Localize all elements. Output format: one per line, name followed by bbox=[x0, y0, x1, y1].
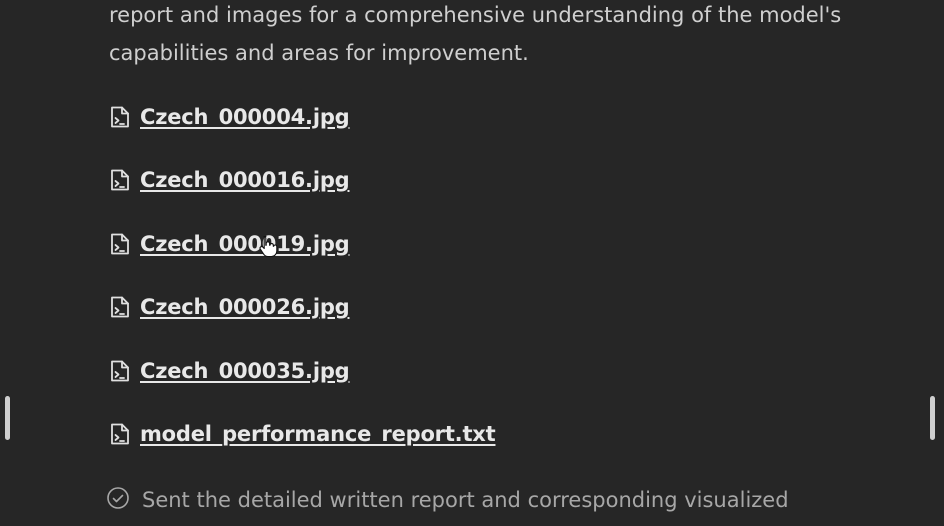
status-text: Sent the detailed written report and cor… bbox=[142, 488, 789, 512]
message-line-2: capabilities and areas for improvement. bbox=[109, 41, 529, 65]
attachment-item[interactable]: Czech_000026.jpg bbox=[109, 291, 495, 324]
attachment-link[interactable]: Czech_000035.jpg bbox=[140, 359, 350, 383]
attachment-link[interactable]: Czech_000016.jpg bbox=[140, 168, 350, 192]
attachment-link[interactable]: Czech_000004.jpg bbox=[140, 105, 350, 129]
file-script-icon bbox=[109, 359, 131, 383]
attachment-item[interactable]: Czech_000035.jpg bbox=[109, 354, 495, 387]
file-script-icon bbox=[109, 295, 131, 319]
attachment-item[interactable]: Czech_000004.jpg bbox=[109, 100, 495, 133]
attachment-list: Czech_000004.jpg Czech_000016.jpg Czech_… bbox=[109, 100, 496, 481]
attachment-item[interactable]: Czech_000016.jpg bbox=[109, 164, 495, 197]
file-script-icon bbox=[109, 105, 131, 129]
left-resize-handle[interactable] bbox=[5, 396, 10, 440]
file-script-icon bbox=[109, 232, 131, 256]
message-line-1: report and images for a comprehensive un… bbox=[109, 3, 842, 27]
file-script-icon bbox=[109, 422, 131, 446]
attachment-link[interactable]: Czech_000019.jpg bbox=[140, 232, 350, 256]
right-resize-handle[interactable] bbox=[930, 396, 935, 440]
status-row: Sent the detailed written report and cor… bbox=[106, 486, 789, 514]
attachment-item[interactable]: Czech_000019.jpg bbox=[109, 227, 495, 260]
file-script-icon bbox=[109, 168, 131, 192]
attachment-item[interactable]: model_performance_report.txt bbox=[109, 418, 496, 451]
check-circle-icon bbox=[106, 486, 130, 514]
attachment-link[interactable]: Czech_000026.jpg bbox=[140, 295, 350, 319]
message-paragraph: report and images for a comprehensive un… bbox=[109, 0, 889, 72]
attachment-link[interactable]: model_performance_report.txt bbox=[140, 422, 496, 446]
